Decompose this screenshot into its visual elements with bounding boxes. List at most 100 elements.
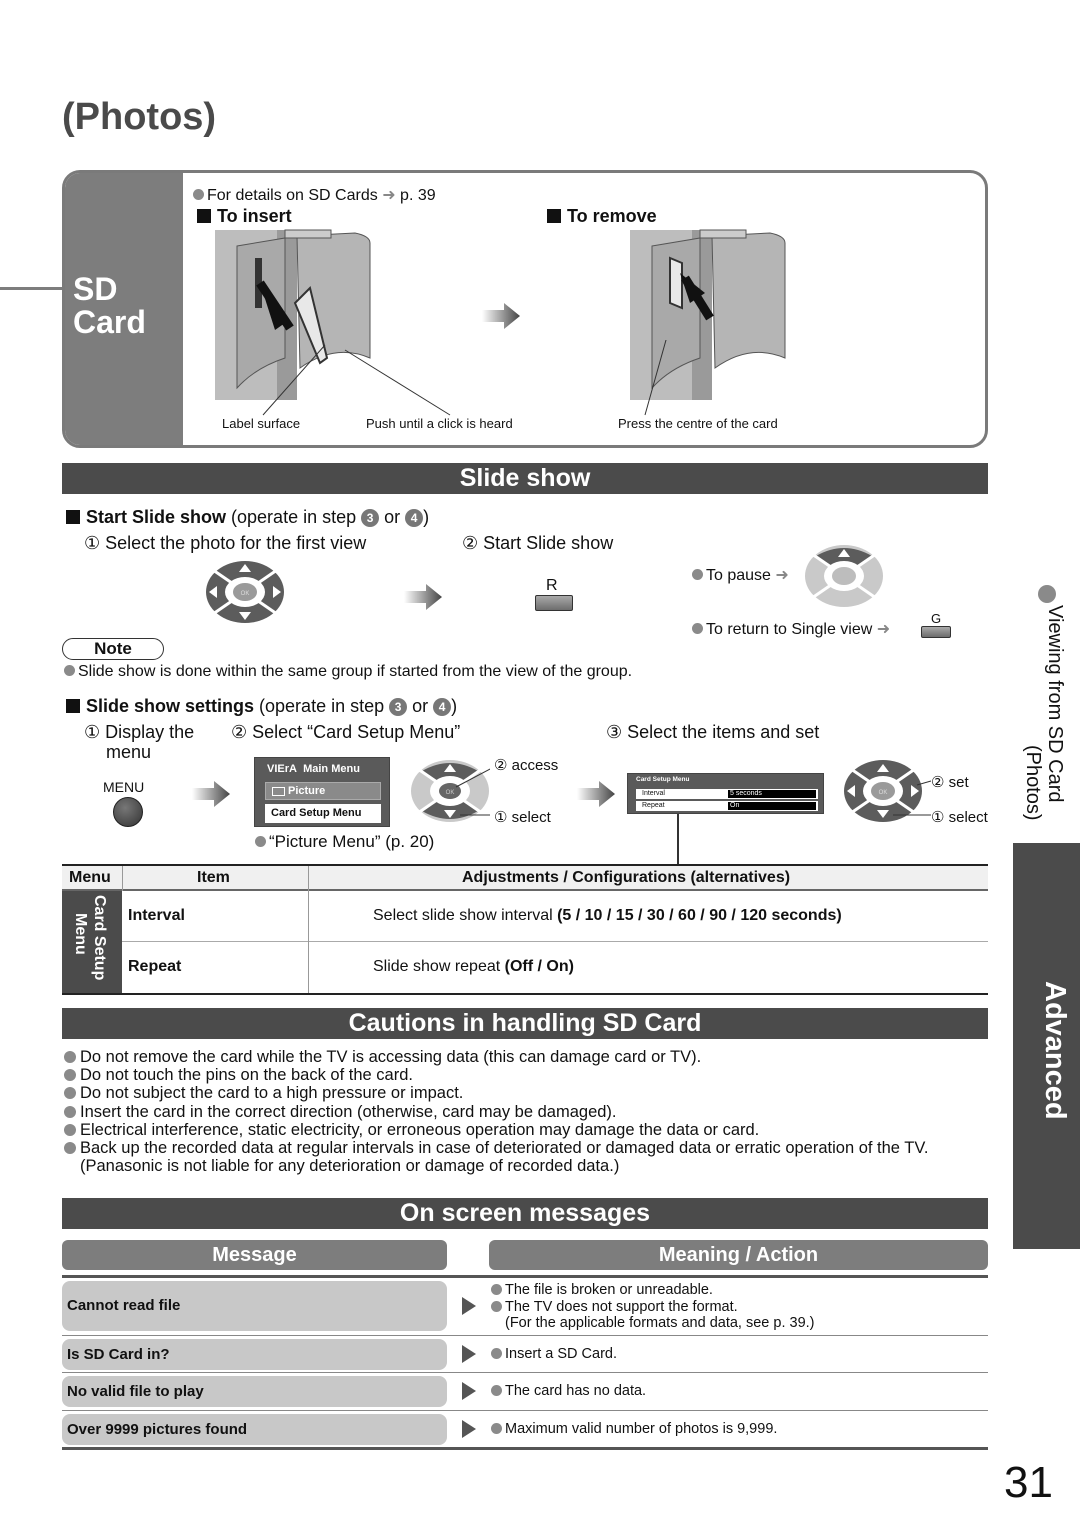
osd-main-title-text: Main Menu: [303, 763, 360, 775]
settings-step3: ③ Select the items and set: [606, 722, 820, 742]
start-step1: ① Select the photo for the first view: [84, 533, 367, 553]
dpad-icon[interactable]: OK: [843, 759, 933, 823]
start-slide-show-heading: Start Slide show (operate in step 3 or 4…: [66, 507, 429, 528]
row-desc: Select slide show interval: [373, 907, 558, 924]
side-tab-advanced[interactable]: Advanced: [1013, 843, 1080, 1249]
side-title-line1: Viewing from SD Card: [1044, 605, 1066, 803]
meaning-over-9999: Maximum valid number of photos is 9,999.: [491, 1421, 777, 1438]
message-no-valid-file: No valid file to play: [62, 1376, 447, 1407]
row-adjustment: Slide show repeat (Off / On): [373, 958, 574, 976]
sd-card-side-tab: SD Card: [65, 173, 183, 445]
or-text: or: [407, 696, 434, 716]
osd-row-repeat[interactable]: Repeat On: [636, 801, 818, 811]
note-text-body: Slide show is done within the same group…: [78, 663, 633, 680]
row-item: Repeat: [128, 958, 182, 975]
caption-label-surface: Label surface: [222, 416, 301, 431]
arrow-right-icon: [462, 1382, 476, 1400]
svg-text:OK: OK: [241, 591, 250, 597]
meaning-sd-card-in: Insert a SD Card.: [491, 1346, 617, 1363]
caution-item: Electrical interference, static electric…: [64, 1121, 984, 1139]
heading-bold: Start Slide show: [86, 507, 227, 527]
messages-bar: On screen messages: [62, 1198, 988, 1229]
col-divider: [308, 866, 309, 891]
select-label-2: ① select: [931, 809, 988, 826]
menu-key-label: MENU: [103, 779, 145, 795]
table-header: Menu Item Adjustments / Configurations (…: [62, 866, 988, 891]
step-4-badge: 4: [405, 509, 424, 527]
arrow-right-icon: [192, 781, 230, 807]
row-item: Interval: [128, 907, 185, 924]
table-row: Repeat Slide show repeat (Off / On): [122, 942, 988, 993]
slide-show-bar: Slide show: [62, 463, 988, 494]
header-item: Item: [197, 869, 230, 886]
divider: [62, 1410, 988, 1411]
insert-heading-text: To insert: [217, 206, 292, 226]
meaning-text: The file is broken or unreadable.: [505, 1282, 713, 1298]
remove-heading-text: To remove: [567, 206, 657, 226]
meaning-text: The TV does not support the format.: [505, 1298, 738, 1315]
caution-item: Insert the card in the correct direction…: [64, 1103, 984, 1121]
bullet-icon: [491, 1284, 502, 1295]
side-tab-label: Advanced: [1039, 981, 1071, 1120]
row-adjustment: Select slide show interval (5 / 10 / 15 …: [373, 907, 842, 925]
osd-item-picture[interactable]: Picture: [265, 782, 381, 800]
picture-menu-ref: “Picture Menu” (p. 20): [255, 832, 434, 852]
dpad-icon[interactable]: OK: [205, 560, 285, 624]
pause-hint: To pause ➜: [692, 565, 789, 585]
heading-bold: Slide show settings: [86, 696, 255, 716]
sd-details-ref: For details on SD Cards ➜ p. 39: [193, 185, 436, 205]
remove-heading: To remove: [547, 206, 657, 227]
meaning-text: Insert a SD Card.: [505, 1346, 618, 1362]
pause-label: To pause: [706, 567, 771, 584]
dpad-up-icon[interactable]: [804, 544, 884, 608]
side-label-line1: SD: [73, 271, 118, 307]
settings-table: Menu Item Adjustments / Configurations (…: [62, 864, 988, 995]
picture-menu-ref-text[interactable]: “Picture Menu” (p. 20): [269, 832, 434, 851]
connector-line: [677, 814, 679, 864]
page-number: 31: [1004, 1458, 1053, 1507]
green-button[interactable]: [921, 626, 951, 638]
access-label: ② access: [494, 757, 559, 774]
header-adjustments: Adjustments / Configurations (alternativ…: [462, 869, 791, 886]
cautions-bar: Cautions in handling SD Card: [62, 1008, 988, 1039]
arrow-right-icon: [577, 781, 615, 807]
meaning-no-valid-file: The card has no data.: [491, 1383, 646, 1400]
step1-line2: menu: [106, 742, 152, 762]
menu-button[interactable]: [113, 797, 143, 827]
slide-show-settings-heading: Slide show settings (operate in step 3 o…: [66, 696, 457, 717]
bullet-icon: [1038, 585, 1056, 603]
select-label: ① select: [494, 809, 551, 826]
caption-press-centre: Press the centre of the card: [618, 416, 778, 431]
caption-leader-lines: [262, 340, 667, 416]
key-g-label: G: [931, 611, 942, 626]
dpad-icon[interactable]: OK: [410, 759, 490, 823]
side-title-line2: (Photos): [1022, 745, 1044, 821]
arrow-right-icon: [482, 303, 520, 329]
note-text: Slide show is done within the same group…: [64, 663, 632, 681]
step1-line1: ① Display the: [84, 722, 195, 742]
osd-row-value: On: [728, 802, 816, 810]
bullet-icon: [193, 189, 204, 200]
row-options: (5 / 10 / 15 / 30 / 60 / 90 / 120 second…: [557, 907, 842, 924]
page-ref-link[interactable]: p. 39: [400, 187, 436, 204]
side-label-line2: Card: [73, 304, 146, 340]
caution-item: Do not touch the pins on the back of the…: [64, 1066, 984, 1084]
bullet-icon: [491, 1300, 502, 1312]
caution-item: Do not remove the card while the TV is a…: [64, 1048, 984, 1066]
square-bullet-icon: [547, 209, 561, 223]
osd-item-card-setup[interactable]: Card Setup Menu: [265, 804, 381, 823]
side-section-title: Viewing from SD Card (Photos): [1010, 585, 1080, 845]
bullet-icon: [255, 836, 266, 847]
col-head-meaning: Meaning / Action: [489, 1240, 988, 1270]
menu-group-line1: Card Setup: [91, 895, 108, 981]
bullet-icon: [64, 665, 75, 676]
col-head-message: Message: [62, 1240, 447, 1270]
page-title: (Photos): [62, 96, 217, 138]
osd-row-interval[interactable]: Interval 5 seconds: [636, 789, 818, 799]
section-leader-line: [0, 287, 64, 290]
arrow-right-icon: [462, 1420, 476, 1438]
row-desc: Slide show repeat: [373, 958, 505, 975]
square-bullet-icon: [66, 510, 80, 524]
square-bullet-icon: [197, 209, 211, 223]
red-button[interactable]: [535, 595, 573, 611]
